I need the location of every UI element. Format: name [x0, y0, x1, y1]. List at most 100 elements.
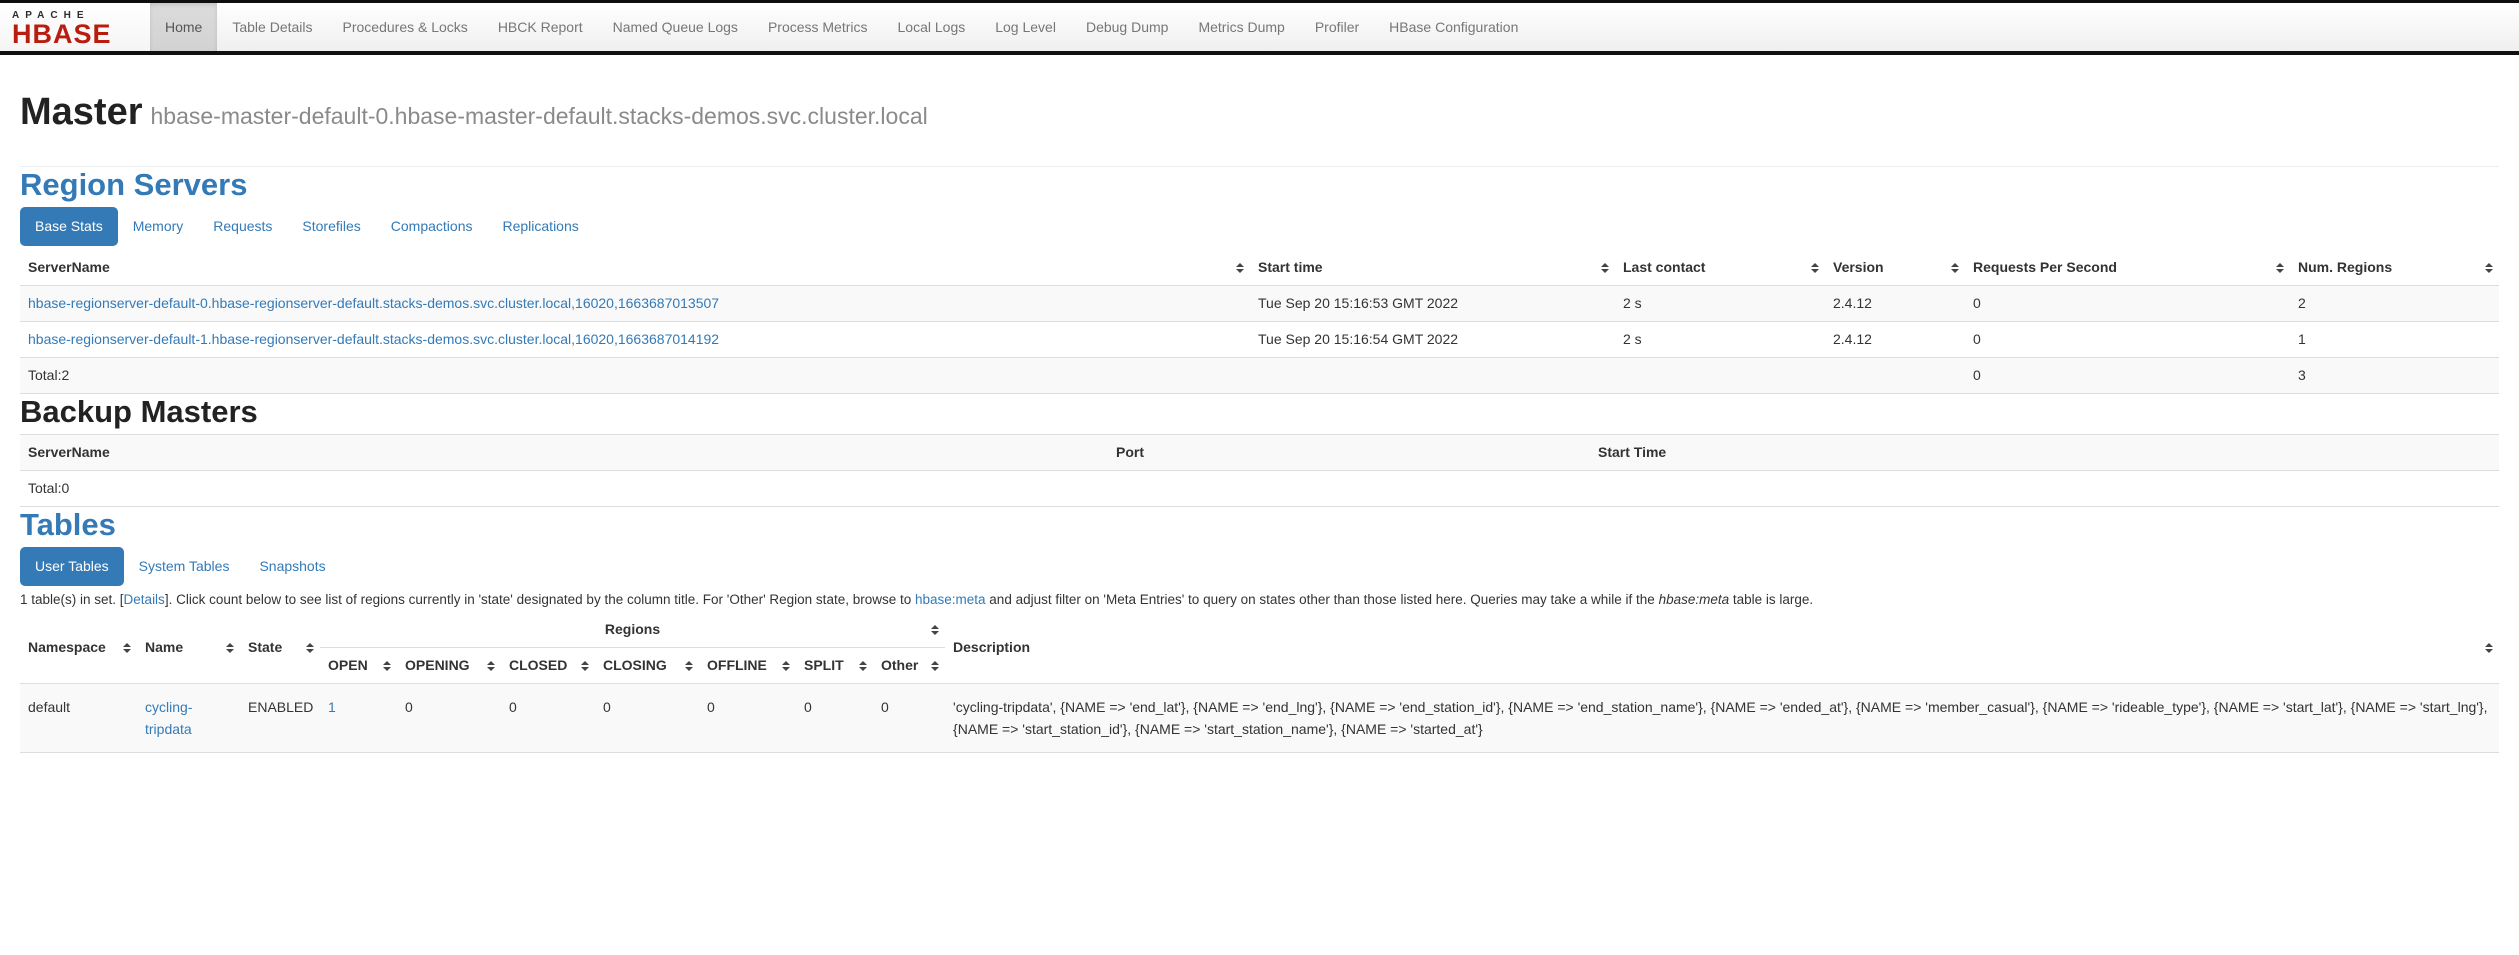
cell-empty — [1590, 471, 2499, 507]
sort-icon[interactable] — [487, 661, 495, 671]
cell-servername: hbase-regionserver-default-0.hbase-regio… — [20, 286, 1250, 322]
col-version[interactable]: Version — [1825, 250, 1965, 286]
note-text: and adjust filter on 'Meta Entries' to q… — [986, 592, 1659, 607]
total-row: Total:0 — [20, 471, 2499, 507]
nav-item-hbase-configuration[interactable]: HBase Configuration — [1374, 3, 1533, 51]
nav-link-log-level[interactable]: Log Level — [980, 3, 1071, 51]
sort-icon[interactable] — [1811, 263, 1819, 273]
sort-icon[interactable] — [2485, 643, 2493, 653]
nav-link-metrics-dump[interactable]: Metrics Dump — [1183, 3, 1299, 51]
tab-user-tables[interactable]: User Tables — [20, 547, 124, 586]
sort-icon[interactable] — [685, 661, 693, 671]
col-last-contact[interactable]: Last contact — [1615, 250, 1825, 286]
sort-icon[interactable] — [859, 661, 867, 671]
cell-description: 'cycling-tripdata', {NAME => 'end_lat'},… — [945, 684, 2499, 753]
regionserver-link[interactable]: hbase-regionserver-default-0.hbase-regio… — [28, 295, 719, 311]
sort-icon[interactable] — [931, 661, 939, 671]
col-num-regions[interactable]: Num. Regions — [2290, 250, 2499, 286]
table-link-cycling-tripdata[interactable]: cycling-tripdata — [145, 699, 192, 737]
user-tables-header-row-1: Namespace Name State Regions Description — [20, 612, 2499, 648]
tab-requests[interactable]: Requests — [198, 207, 287, 246]
col-start-time-label: Start time — [1258, 258, 1337, 277]
details-link[interactable]: Details — [124, 592, 165, 607]
nav-link-profiler[interactable]: Profiler — [1300, 3, 1374, 51]
tab-memory[interactable]: Memory — [118, 207, 199, 246]
col-closed-label: CLOSED — [509, 656, 581, 675]
nav-item-table-details[interactable]: Table Details — [217, 3, 327, 51]
user-tables-table: Namespace Name State Regions Description… — [20, 612, 2499, 753]
cell-total-num-regions: 3 — [2290, 358, 2499, 394]
tab-compactions[interactable]: Compactions — [376, 207, 488, 246]
cell-empty — [1108, 471, 1590, 507]
nav-item-metrics-dump[interactable]: Metrics Dump — [1183, 3, 1299, 51]
regionserver-link[interactable]: hbase-regionserver-default-1.hbase-regio… — [28, 331, 719, 347]
nav-link-hbck-report[interactable]: HBCK Report — [483, 3, 598, 51]
nav-link-procedures-locks[interactable]: Procedures & Locks — [328, 3, 483, 51]
nav-item-procedures-locks[interactable]: Procedures & Locks — [328, 3, 483, 51]
sort-icon[interactable] — [383, 661, 391, 671]
nav-link-hbase-configuration[interactable]: HBase Configuration — [1374, 3, 1533, 51]
tables-tabs: User Tables System Tables Snapshots — [20, 547, 2499, 586]
nav-item-local-logs[interactable]: Local Logs — [883, 3, 981, 51]
nav-item-profiler[interactable]: Profiler — [1300, 3, 1374, 51]
col-group-regions[interactable]: Regions — [320, 612, 945, 648]
col-closed[interactable]: CLOSED — [501, 648, 595, 684]
sort-icon[interactable] — [306, 643, 314, 653]
sort-icon[interactable] — [123, 643, 131, 653]
col-regions-label: Regions — [605, 621, 660, 637]
col-other[interactable]: Other — [873, 648, 945, 684]
tab-snapshots[interactable]: Snapshots — [244, 547, 340, 586]
col-rps-label: Requests Per Second — [1973, 258, 2131, 277]
col-name[interactable]: Name — [137, 612, 240, 684]
sort-icon[interactable] — [782, 661, 790, 671]
note-text: 1 table(s) in set. [ — [20, 592, 124, 607]
nav-link-home[interactable]: Home — [150, 3, 217, 51]
sort-icon[interactable] — [2276, 263, 2284, 273]
col-open[interactable]: OPEN — [320, 648, 397, 684]
nav-item-home[interactable]: Home — [150, 3, 217, 51]
sort-icon[interactable] — [1601, 263, 1609, 273]
col-description[interactable]: Description — [945, 612, 2499, 684]
nav-link-local-logs[interactable]: Local Logs — [883, 3, 981, 51]
nav-link-process-metrics[interactable]: Process Metrics — [753, 3, 883, 51]
cell-closed: 0 — [501, 684, 595, 753]
cell-closing: 0 — [595, 684, 699, 753]
sort-icon[interactable] — [931, 625, 939, 635]
col-state[interactable]: State — [240, 612, 320, 684]
hbase-meta-link[interactable]: hbase:meta — [915, 592, 986, 607]
col-closing[interactable]: CLOSING — [595, 648, 699, 684]
col-other-label: Other — [881, 656, 932, 675]
tables-note: 1 table(s) in set. [Details]. Click coun… — [20, 591, 2499, 608]
nav-item-process-metrics[interactable]: Process Metrics — [753, 3, 883, 51]
nav-item-debug-dump[interactable]: Debug Dump — [1071, 3, 1184, 51]
col-offline[interactable]: OFFLINE — [699, 648, 796, 684]
cell-empty — [1615, 358, 1825, 394]
col-start-time[interactable]: Start time — [1250, 250, 1615, 286]
sort-icon[interactable] — [1236, 263, 1244, 273]
tab-system-tables[interactable]: System Tables — [124, 547, 245, 586]
nav-item-hbck-report[interactable]: HBCK Report — [483, 3, 598, 51]
tab-base-stats[interactable]: Base Stats — [20, 207, 118, 246]
nav-link-table-details[interactable]: Table Details — [217, 3, 327, 51]
nav-item-named-queue-logs[interactable]: Named Queue Logs — [598, 3, 753, 51]
col-opening[interactable]: OPENING — [397, 648, 501, 684]
sort-icon[interactable] — [1951, 263, 1959, 273]
col-servername[interactable]: ServerName — [20, 250, 1250, 286]
sort-icon[interactable] — [581, 661, 589, 671]
cell-total-rps: 0 — [1965, 358, 2290, 394]
sort-icon[interactable] — [2485, 263, 2493, 273]
nav-item-log-level[interactable]: Log Level — [980, 3, 1071, 51]
navbar-menu: Home Table Details Procedures & Locks HB… — [150, 3, 1533, 51]
hbase-logo[interactable]: APACHE HBASE — [0, 3, 150, 51]
open-count-link[interactable]: 1 — [328, 699, 336, 715]
col-namespace[interactable]: Namespace — [20, 612, 137, 684]
nav-link-named-queue-logs[interactable]: Named Queue Logs — [598, 3, 753, 51]
note-text: ]. Click count below to see list of regi… — [165, 592, 915, 607]
col-requests-per-second[interactable]: Requests Per Second — [1965, 250, 2290, 286]
region-servers-tabs: Base Stats Memory Requests Storefiles Co… — [20, 207, 2499, 246]
sort-icon[interactable] — [226, 643, 234, 653]
tab-replications[interactable]: Replications — [487, 207, 593, 246]
tab-storefiles[interactable]: Storefiles — [287, 207, 375, 246]
nav-link-debug-dump[interactable]: Debug Dump — [1071, 3, 1184, 51]
col-split[interactable]: SPLIT — [796, 648, 873, 684]
